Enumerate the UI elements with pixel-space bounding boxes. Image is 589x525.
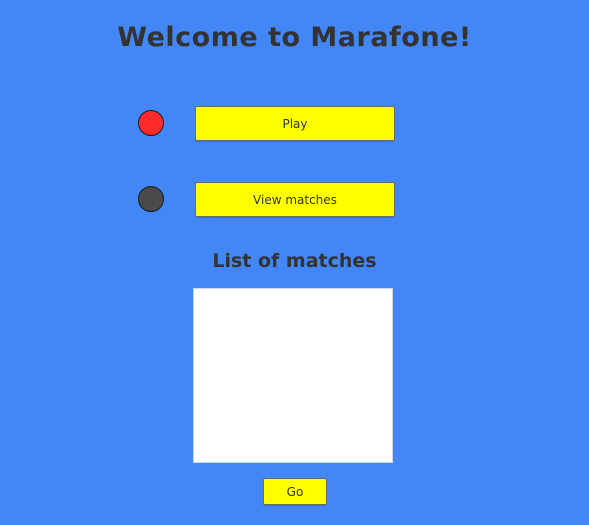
play-status-indicator (138, 110, 164, 136)
matches-list[interactable] (193, 288, 393, 463)
matches-list-heading: List of matches (212, 250, 377, 272)
matches-status-indicator (138, 186, 164, 212)
page-title: Welcome to Marafone! (117, 22, 472, 53)
go-button[interactable]: Go (263, 478, 327, 505)
play-button[interactable]: Play (195, 106, 395, 141)
view-matches-button[interactable]: View matches (195, 182, 395, 217)
